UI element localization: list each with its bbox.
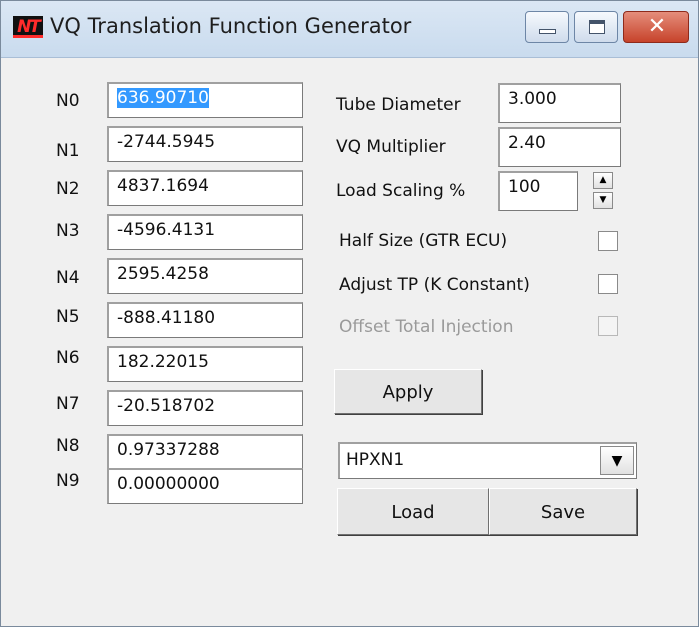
- preset-dropdown[interactable]: HPXN1 ▼: [338, 442, 637, 479]
- offset-injection-checkbox: [598, 316, 618, 336]
- dialog-client-area: N0 636.90710 N1 -2744.5945 N2 4837.1694 …: [1, 58, 698, 626]
- spin-down-button[interactable]: ▼: [593, 192, 613, 209]
- n7-field[interactable]: -20.518702: [107, 390, 303, 426]
- close-icon: ✕: [647, 14, 667, 39]
- n6-field[interactable]: 182.22015: [107, 346, 303, 382]
- n7-label: N7: [56, 394, 80, 414]
- minimize-icon: [539, 29, 556, 34]
- n6-label: N6: [56, 348, 80, 368]
- maximize-icon: [589, 20, 605, 34]
- n5-field[interactable]: -888.41180: [107, 302, 303, 338]
- n1-field[interactable]: -2744.5945: [107, 126, 303, 162]
- window-title: VQ Translation Function Generator: [50, 14, 412, 38]
- n3-label: N3: [56, 221, 80, 241]
- n8-field[interactable]: 0.97337288: [107, 434, 303, 470]
- vq-translation-window: NT VQ Translation Function Generator ✕ N…: [0, 0, 699, 627]
- spin-up-button[interactable]: ▲: [593, 172, 613, 189]
- tube-diameter-label: Tube Diameter: [336, 95, 461, 115]
- adjust-tp-checkbox[interactable]: [598, 274, 618, 294]
- n9-field[interactable]: 0.00000000: [107, 468, 303, 504]
- close-button[interactable]: ✕: [623, 11, 689, 43]
- vq-multiplier-label: VQ Multiplier: [336, 137, 446, 157]
- half-size-checkbox[interactable]: [598, 231, 618, 251]
- app-logo-icon: NT: [13, 16, 43, 38]
- apply-button[interactable]: Apply: [334, 369, 482, 414]
- minimize-button[interactable]: [525, 11, 569, 43]
- n1-label: N1: [56, 141, 80, 161]
- load-scaling-label: Load Scaling %: [336, 181, 466, 201]
- n4-label: N4: [56, 268, 80, 288]
- load-scaling-field[interactable]: 100: [498, 171, 578, 211]
- title-bar[interactable]: NT VQ Translation Function Generator ✕: [1, 1, 698, 58]
- n4-field[interactable]: 2595.4258: [107, 258, 303, 294]
- n0-value: 636.90710: [117, 88, 209, 108]
- n8-label: N8: [56, 436, 80, 456]
- vq-multiplier-field[interactable]: 2.40: [498, 127, 621, 167]
- load-button[interactable]: Load: [337, 488, 489, 535]
- n9-label: N9: [56, 471, 80, 491]
- maximize-button[interactable]: [574, 11, 618, 43]
- n2-label: N2: [56, 179, 80, 199]
- n5-label: N5: [56, 307, 80, 327]
- n2-field[interactable]: 4837.1694: [107, 170, 303, 206]
- preset-value: HPXN1: [346, 450, 405, 470]
- tube-diameter-field[interactable]: 3.000: [498, 83, 621, 123]
- save-button[interactable]: Save: [489, 488, 637, 535]
- offset-injection-label: Offset Total Injection: [339, 317, 514, 337]
- n0-field[interactable]: 636.90710: [107, 82, 303, 118]
- n3-field[interactable]: -4596.4131: [107, 214, 303, 250]
- adjust-tp-label: Adjust TP (K Constant): [339, 275, 530, 295]
- chevron-down-icon[interactable]: ▼: [600, 446, 634, 475]
- n0-label: N0: [56, 91, 80, 111]
- half-size-label: Half Size (GTR ECU): [339, 231, 508, 251]
